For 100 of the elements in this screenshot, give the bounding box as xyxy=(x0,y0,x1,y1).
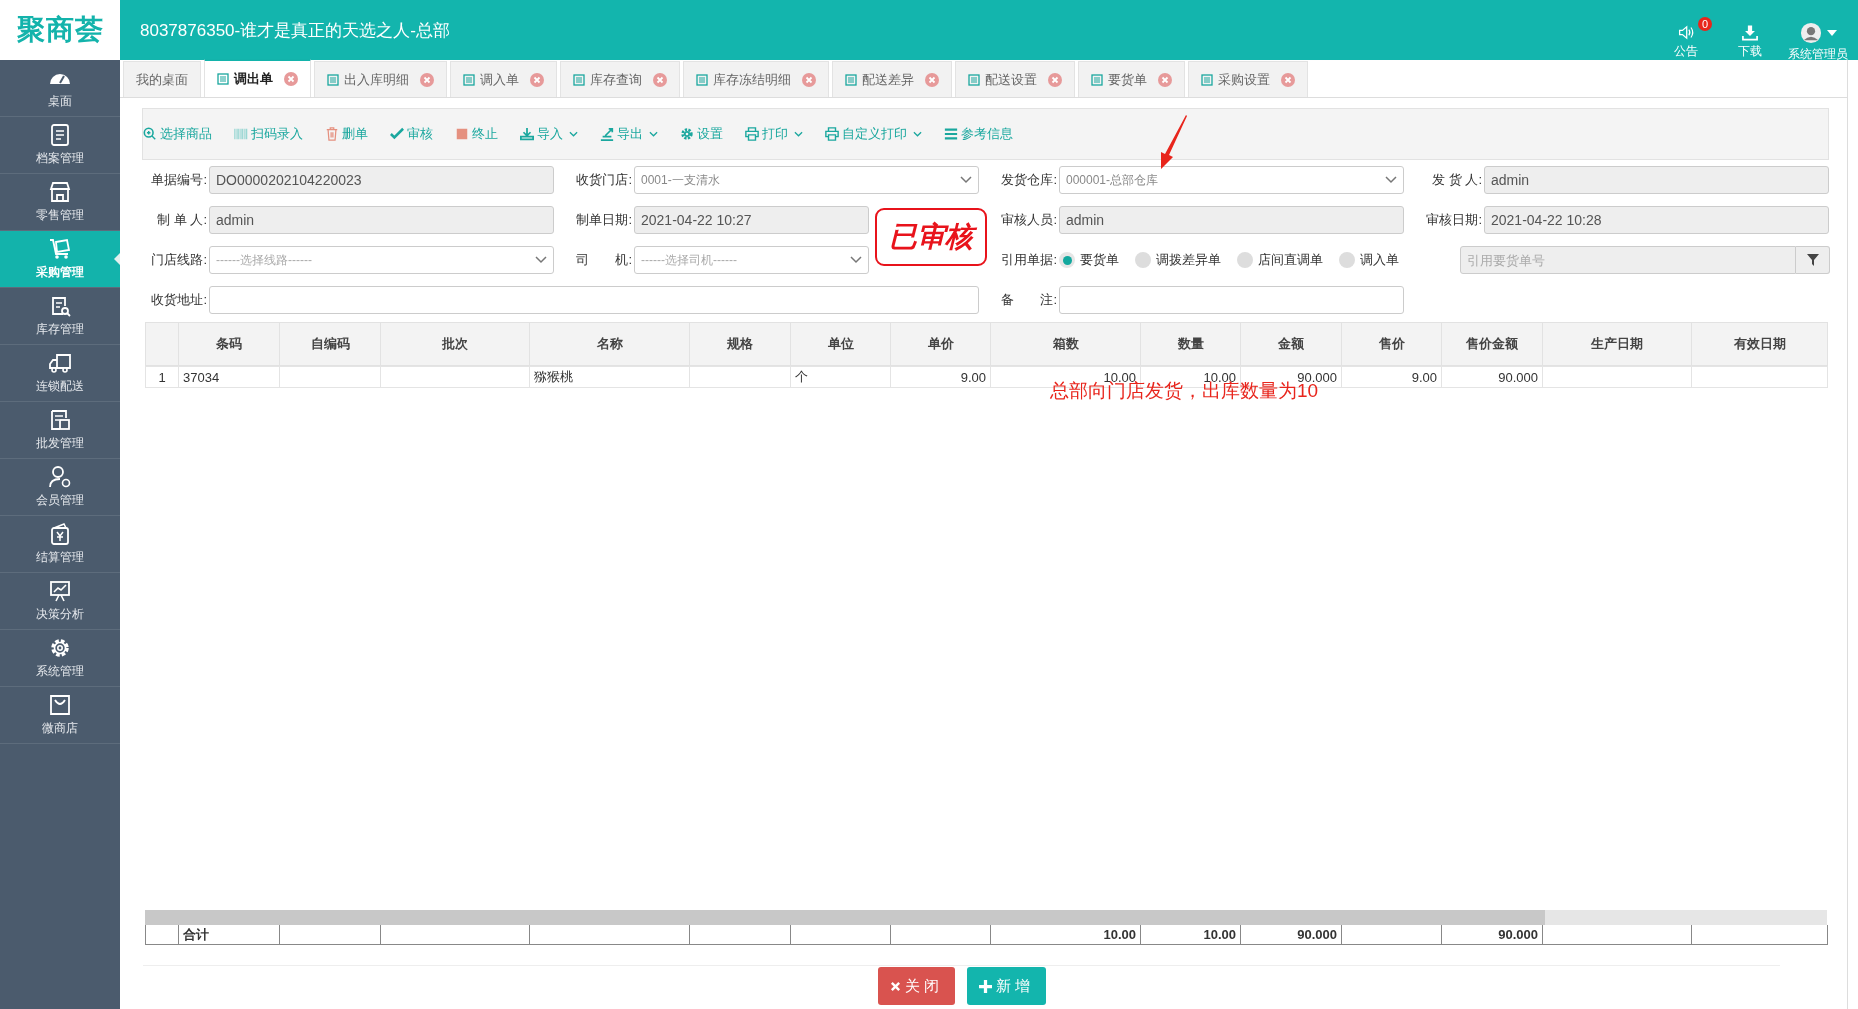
radio-label: 店间直调单 xyxy=(1258,251,1323,269)
column-header[interactable]: 售价金额 xyxy=(1441,322,1543,366)
text-field[interactable]: admin xyxy=(1059,206,1404,234)
total-cell: 90.000 xyxy=(1240,925,1342,945)
total-cell: 90.000 xyxy=(1441,925,1543,945)
field-label: 司 机: xyxy=(575,251,633,269)
sidebar-item[interactable]: 连锁配送 xyxy=(0,345,120,402)
input-field[interactable] xyxy=(1059,286,1404,314)
tab[interactable]: 调入单 xyxy=(450,61,557,97)
radio-option[interactable]: 调入单 xyxy=(1339,251,1399,269)
radio-label: 要货单 xyxy=(1080,251,1119,269)
sidebar-item[interactable]: 决策分析 xyxy=(0,573,120,630)
column-header[interactable]: 有效日期 xyxy=(1691,322,1828,366)
document-icon xyxy=(845,73,857,86)
text-field[interactable]: admin xyxy=(209,206,554,234)
trash-icon xyxy=(325,127,339,141)
download-icon xyxy=(1740,24,1760,41)
check-icon xyxy=(390,127,404,141)
settings-icon xyxy=(680,127,694,141)
notice-button[interactable]: 公告 0 xyxy=(1670,12,1712,60)
close-button[interactable]: 关闭 xyxy=(877,967,955,1005)
column-header[interactable]: 单价 xyxy=(890,322,991,366)
radio-option[interactable]: 调拨差异单 xyxy=(1135,251,1221,269)
printer-icon xyxy=(745,127,759,141)
field-label: 制单日期: xyxy=(575,211,633,229)
radio-button[interactable] xyxy=(1339,252,1355,268)
select-field[interactable]: 0001-一支清水 xyxy=(634,166,979,194)
text-field[interactable]: 2021-04-22 10:27 xyxy=(634,206,869,234)
field-label: 引用单据: xyxy=(1000,251,1058,269)
tab[interactable]: 配送差异 xyxy=(832,61,952,97)
sidebar-item[interactable]: 桌面 xyxy=(0,60,120,117)
tab[interactable]: 我的桌面 xyxy=(123,61,201,97)
radio-button[interactable] xyxy=(1237,252,1253,268)
text-field[interactable]: DO0000202104220023 xyxy=(209,166,554,194)
tab[interactable]: 采购设置 xyxy=(1188,61,1308,97)
caret-icon xyxy=(1826,30,1837,36)
text-field[interactable]: admin xyxy=(1484,166,1829,194)
column-header[interactable]: 售价 xyxy=(1341,322,1442,366)
document-icon xyxy=(573,73,585,86)
column-header[interactable]: 单位 xyxy=(790,322,891,366)
filter-icon xyxy=(1806,254,1819,266)
clipboard-icon xyxy=(48,408,72,432)
radio-option[interactable]: 要货单 xyxy=(1059,251,1119,269)
column-header[interactable]: 批次 xyxy=(380,322,530,366)
field-label: 制 单 人: xyxy=(156,211,208,229)
column-header[interactable]: 条码 xyxy=(178,322,280,366)
settings-icon xyxy=(48,636,72,660)
sidebar-item[interactable]: 系统管理 xyxy=(0,630,120,687)
sidebar-item[interactable]: 微商店 xyxy=(0,687,120,744)
caret-icon xyxy=(850,256,862,264)
wallet-icon xyxy=(48,522,72,546)
tab[interactable]: 要货单 xyxy=(1078,61,1185,97)
field-label: 单据编号: xyxy=(150,171,208,189)
close-icon xyxy=(889,980,901,992)
sidebar-item[interactable]: 会员管理 xyxy=(0,459,120,516)
column-header[interactable]: 名称 xyxy=(529,322,690,366)
tab[interactable]: 库存冻结明细 xyxy=(683,61,829,97)
total-cell: 10.00 xyxy=(1140,925,1241,945)
tab[interactable]: 库存查询 xyxy=(560,61,680,97)
caret-icon xyxy=(1385,176,1397,184)
column-header[interactable]: 箱数 xyxy=(990,322,1141,366)
column-header[interactable]: 数量 xyxy=(1140,322,1241,366)
search-icon xyxy=(143,127,157,141)
radio-label: 调拨差异单 xyxy=(1156,251,1221,269)
table-cell: 9.00 xyxy=(890,366,991,388)
table-cell: 90.000 xyxy=(1441,366,1543,388)
column-header[interactable]: 生产日期 xyxy=(1542,322,1692,366)
filter-button[interactable] xyxy=(1796,246,1830,274)
column-header[interactable]: 金额 xyxy=(1240,322,1342,366)
total-cell: 合计 xyxy=(178,925,280,945)
document-icon xyxy=(463,73,475,86)
text-field[interactable]: 2021-04-22 10:28 xyxy=(1484,206,1829,234)
sidebar-item[interactable]: 批发管理 xyxy=(0,402,120,459)
column-header[interactable]: 自编码 xyxy=(279,322,381,366)
printer-icon xyxy=(825,127,839,141)
stop-icon xyxy=(455,127,469,141)
tab[interactable]: 配送设置 xyxy=(955,61,1075,97)
field-label: 发 货 人: xyxy=(1431,171,1483,189)
avatar-icon xyxy=(1799,22,1822,44)
sidebar-item[interactable]: 库存管理 xyxy=(0,288,120,345)
select-field[interactable]: 000001-总部仓库 xyxy=(1059,166,1404,194)
export-icon xyxy=(600,127,614,141)
row-number: 1 xyxy=(145,366,179,388)
sidebar-item[interactable]: 结算管理 xyxy=(0,516,120,573)
barcode-icon xyxy=(234,127,248,141)
input-field[interactable] xyxy=(209,286,979,314)
sidebar-item[interactable]: 档案管理 xyxy=(0,117,120,174)
radio-button[interactable] xyxy=(1135,252,1151,268)
radio-button[interactable] xyxy=(1059,252,1075,268)
tab[interactable]: 出入库明细 xyxy=(314,61,447,97)
bag-icon xyxy=(48,693,72,717)
field-label: 发货仓库: xyxy=(1000,171,1058,189)
input-field[interactable]: 引用要货单号 xyxy=(1460,246,1796,274)
column-header[interactable]: 规格 xyxy=(689,322,791,366)
tab[interactable]: 调出单 xyxy=(204,59,311,97)
field-label: 门店线路: xyxy=(150,251,208,269)
field-label: 收货门店: xyxy=(575,171,633,189)
radio-option[interactable]: 店间直调单 xyxy=(1237,251,1323,269)
document-icon xyxy=(1201,73,1213,86)
scrollbar[interactable] xyxy=(145,910,1827,925)
